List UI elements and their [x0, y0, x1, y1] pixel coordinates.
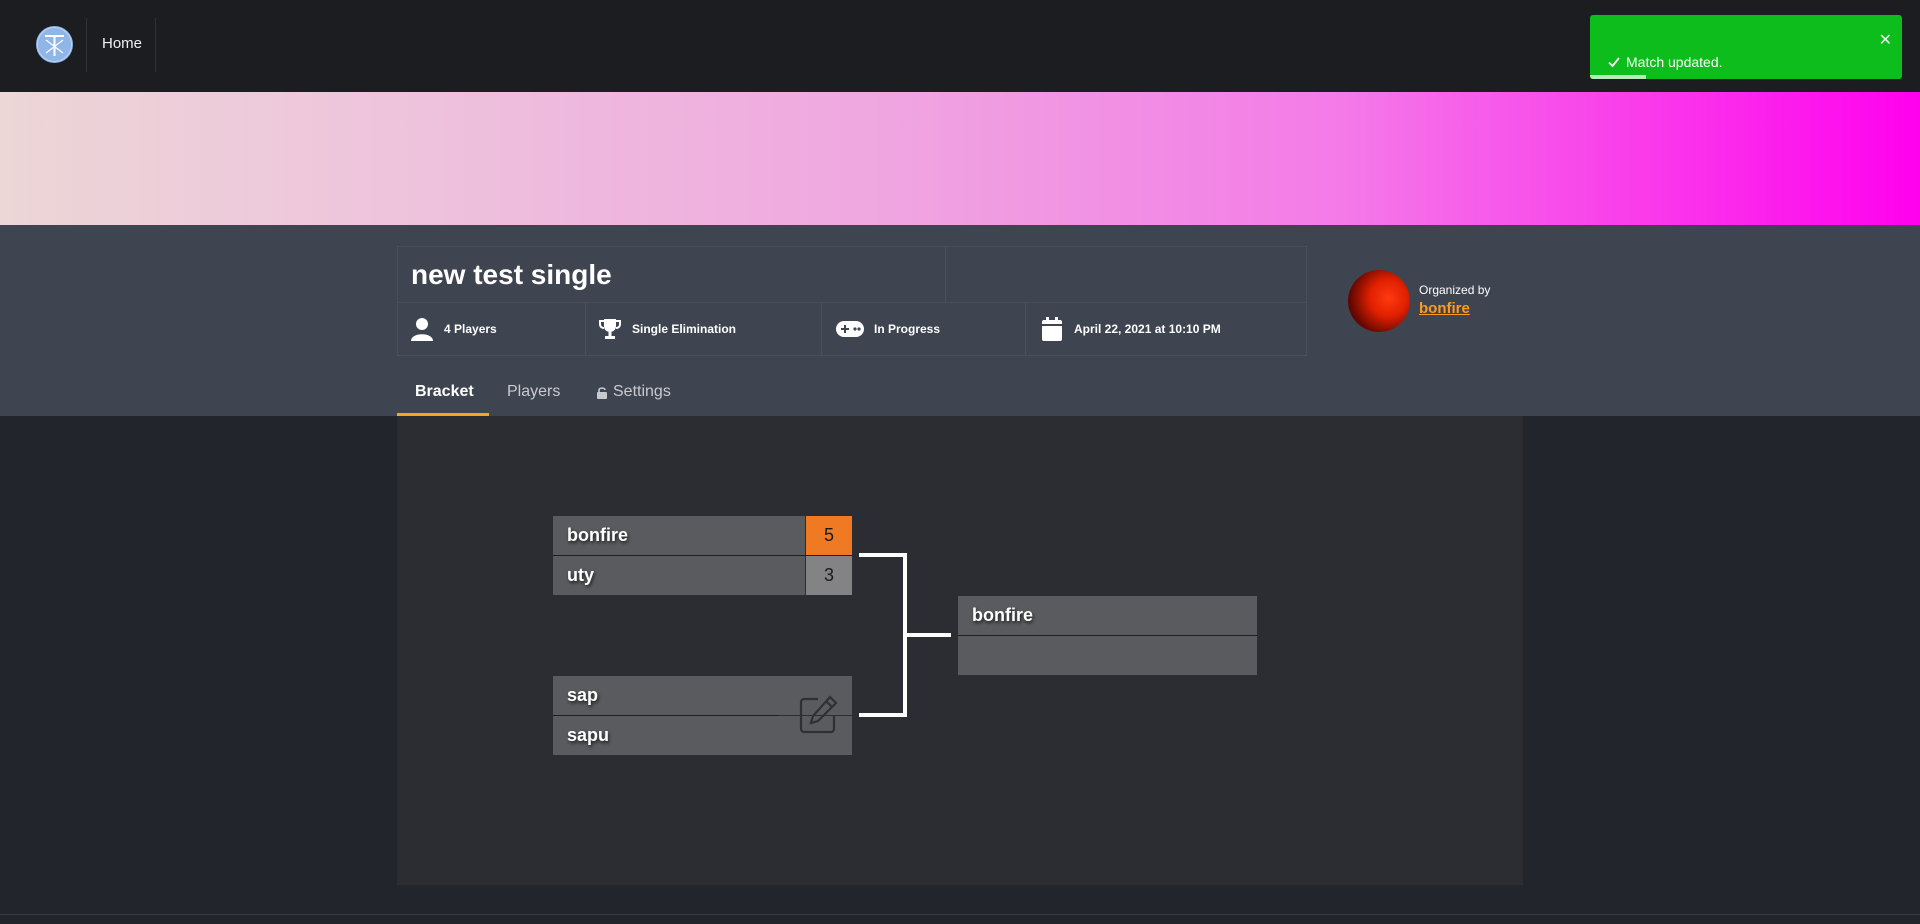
nav-divider	[155, 18, 156, 72]
tournament-date: April 22, 2021 at 10:10 PM	[1040, 316, 1221, 342]
tab-settings-label: Settings	[613, 383, 671, 400]
trophy-icon	[598, 317, 622, 341]
gamepad-icon	[836, 317, 864, 341]
tournament-date-text: April 22, 2021 at 10:10 PM	[1074, 322, 1221, 336]
player-name: uty	[567, 565, 594, 585]
match-1-top-slot[interactable]: bonfire	[553, 516, 805, 555]
user-icon	[410, 317, 434, 341]
tab-players[interactable]: Players	[507, 382, 560, 402]
match-1-bottom-score[interactable]: 3	[806, 556, 852, 595]
bracket-connector	[903, 633, 951, 637]
tab-bracket[interactable]: Bracket	[415, 382, 474, 402]
bracket-connector	[859, 553, 907, 557]
final-bottom-slot[interactable]	[958, 636, 1257, 675]
meta-divider	[1025, 303, 1026, 355]
nav-home-link[interactable]: Home	[88, 34, 156, 54]
check-icon	[1606, 54, 1622, 70]
calendar-icon	[1040, 317, 1064, 341]
bracket-connector	[859, 713, 907, 717]
tournament-status: In Progress	[836, 316, 940, 342]
close-icon[interactable]: ✕	[1879, 33, 1892, 49]
meta-divider	[585, 303, 586, 355]
meta-divider	[821, 303, 822, 355]
player-name: bonfire	[972, 605, 1033, 625]
match-1-top-score[interactable]: 5	[806, 516, 852, 555]
footer-divider	[0, 914, 1920, 915]
player-name: sapu	[567, 725, 610, 745]
player-name: bonfire	[567, 525, 628, 545]
card-divider	[398, 302, 1306, 303]
avatar[interactable]	[1348, 270, 1410, 332]
tournament-banner	[0, 92, 1920, 225]
toast-progress-bar	[1590, 75, 1647, 79]
players-count-text: 4 Players	[444, 322, 497, 336]
tournament-status-text: In Progress	[874, 322, 941, 336]
nav-divider	[86, 18, 87, 72]
toast-message: Match updated.	[1626, 54, 1723, 70]
card-divider	[945, 247, 946, 302]
organizer-link[interactable]: bonfire	[1419, 300, 1470, 317]
organized-by-label: Organized by	[1419, 283, 1491, 297]
logo-icon[interactable]	[36, 26, 73, 63]
match-1-bottom-slot[interactable]: uty	[553, 556, 805, 595]
toast-notification: Match updated. ✕	[1590, 15, 1902, 79]
tournament-format-text: Single Elimination	[632, 322, 737, 336]
tab-settings[interactable]: Settings	[596, 382, 671, 402]
players-count: 4 Players	[410, 316, 497, 342]
player-name: sap	[567, 685, 599, 705]
page-title: new test single	[411, 259, 612, 290]
lock-icon	[596, 386, 608, 399]
tournament-format: Single Elimination	[598, 316, 736, 342]
final-top-slot[interactable]: bonfire	[958, 596, 1257, 635]
edit-icon[interactable]	[796, 693, 840, 737]
